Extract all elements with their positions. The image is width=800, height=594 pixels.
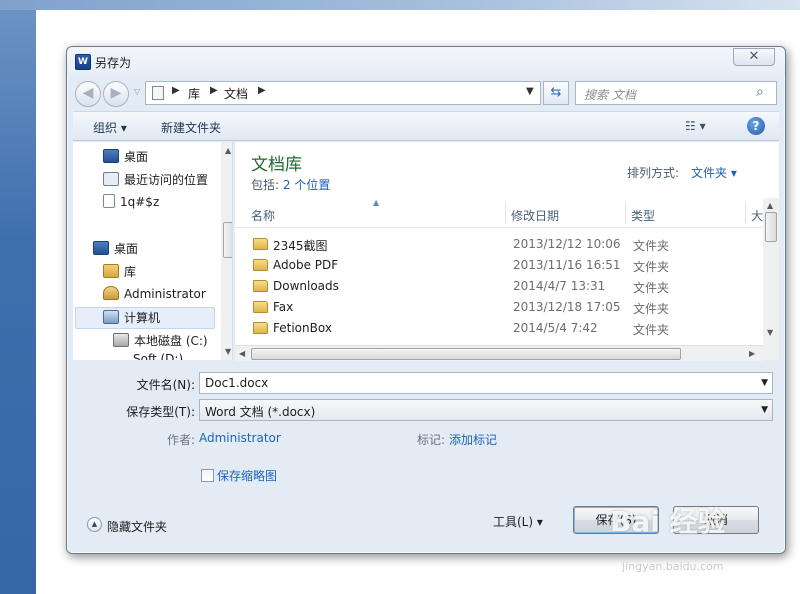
file-list-scroll-thumb[interactable] xyxy=(765,212,777,242)
organize-button[interactable]: 组织 ▾ xyxy=(93,119,127,136)
column-type[interactable]: 类型 xyxy=(631,207,655,224)
nav-item-recent-places[interactable]: 最近访问的位置 xyxy=(103,171,208,191)
nav-item-local-disk-c[interactable]: 本地磁盘 (C:) xyxy=(113,332,208,352)
recent-places-icon xyxy=(103,172,119,186)
folder-icon xyxy=(253,280,268,292)
folder-icon xyxy=(253,259,268,271)
hide-folders-button[interactable]: 隐藏文件夹 xyxy=(107,518,167,535)
breadcrumb-arrow-icon[interactable]: ▶ xyxy=(172,85,180,96)
arrange-by-label: 排列方式: xyxy=(627,166,680,180)
scroll-up-arrow-icon[interactable]: ▲ xyxy=(767,201,773,210)
baidu-watermark: Bai 经验 xyxy=(610,505,726,538)
nav-item-computer[interactable]: 计算机 xyxy=(103,309,160,329)
nav-item-library[interactable]: 库 xyxy=(103,263,136,283)
tags-label: 标记: xyxy=(417,433,446,447)
filetype-select[interactable]: Word 文档 (*.docx) ▼ xyxy=(199,399,773,421)
nav-item-administrator[interactable]: Administrator xyxy=(103,286,206,306)
recent-pages-dropdown-icon[interactable]: ▽ xyxy=(134,87,140,96)
forward-button[interactable]: ▶ xyxy=(103,81,129,107)
add-tags-link[interactable]: 添加标记 xyxy=(449,431,497,448)
save-thumbnail-checkbox[interactable] xyxy=(201,469,214,482)
scroll-right-arrow-icon[interactable]: ▶ xyxy=(749,349,755,358)
filetype-label: 保存类型(T): xyxy=(126,405,195,419)
filetype-dropdown-icon[interactable]: ▼ xyxy=(761,405,768,415)
file-list-pane: 文档库 包括: 2 个位置 排列方式: 文件夹 ▾ ▲ 名称 修改日期 类型 大… xyxy=(235,142,779,360)
nav-item-desktop[interactable]: 桌面 xyxy=(93,240,138,260)
breadcrumb-arrow-icon[interactable]: ▶ xyxy=(210,85,218,96)
filename-input[interactable]: Doc1.docx ▼ xyxy=(199,372,773,394)
file-list-horizontal-scrollbar[interactable]: ◀ ▶ xyxy=(235,345,763,361)
title-bar: W 另存为 ✕ xyxy=(67,47,785,77)
breadcrumb-library[interactable]: 库 xyxy=(188,85,200,102)
scroll-left-arrow-icon[interactable]: ◀ xyxy=(239,349,245,358)
close-button[interactable]: ✕ xyxy=(733,48,775,66)
baidu-watermark-url: jingyan.baidu.com xyxy=(622,560,724,573)
nav-item-soft-d[interactable]: Soft (D:) xyxy=(133,352,183,360)
folder-icon xyxy=(253,322,268,334)
arrange-by-dropdown[interactable]: 文件夹 ▾ xyxy=(691,164,737,181)
file-icon xyxy=(103,194,115,208)
collapse-up-icon[interactable]: ▲ xyxy=(87,517,102,532)
change-view-icon[interactable]: ☷ ▾ xyxy=(685,119,706,133)
forward-arrow-icon: ▶ xyxy=(110,85,122,101)
back-arrow-icon: ◀ xyxy=(82,85,94,101)
file-row[interactable]: Fax 2013/12/18 17:05 文件夹 xyxy=(235,297,763,318)
horizontal-scroll-thumb[interactable] xyxy=(251,348,681,360)
address-dropdown-icon[interactable]: ▼ xyxy=(526,86,534,97)
refresh-button[interactable]: ⇆ xyxy=(543,81,569,105)
tools-menu[interactable]: 工具(L) ▾ xyxy=(493,513,543,530)
column-name[interactable]: 名称 xyxy=(251,207,275,224)
disk-icon xyxy=(113,333,129,347)
search-icon[interactable]: ⌕ xyxy=(756,84,764,100)
library-title: 文档库 xyxy=(251,155,302,175)
library-icon xyxy=(103,264,119,278)
file-list-vertical-scrollbar[interactable]: ▲ ▼ xyxy=(763,198,779,360)
desktop-background-top xyxy=(0,0,800,10)
search-placeholder: 搜索 文档 xyxy=(584,88,636,102)
back-button[interactable]: ◀ xyxy=(75,81,101,107)
breadcrumb-documents[interactable]: 文档 xyxy=(224,85,248,102)
scroll-down-arrow-icon[interactable]: ▼ xyxy=(767,328,773,337)
locations-link[interactable]: 2 个位置 xyxy=(283,178,330,192)
navigation-pane: 桌面 最近访问的位置 1q#$z 桌面 库 Administrator 计算机 … xyxy=(73,142,233,360)
computer-icon xyxy=(103,310,119,324)
folder-icon xyxy=(253,238,268,250)
folder-icon xyxy=(253,301,268,313)
author-value[interactable]: Administrator xyxy=(199,431,281,445)
search-box[interactable]: 搜索 文档 ⌕ xyxy=(575,81,777,105)
nav-scrollbar[interactable]: ▲ ▼ xyxy=(221,142,232,360)
word-app-icon: W xyxy=(75,54,91,70)
desktop-icon xyxy=(93,241,109,255)
nav-scroll-thumb[interactable] xyxy=(223,222,232,258)
nav-item-1q[interactable]: 1q#$z xyxy=(103,194,159,214)
user-folder-icon xyxy=(103,286,119,300)
dialog-title: 另存为 xyxy=(95,56,132,70)
column-date-modified[interactable]: 修改日期 xyxy=(511,207,559,224)
new-folder-button[interactable]: 新建文件夹 xyxy=(161,119,221,136)
file-row[interactable]: Downloads 2014/4/7 13:31 文件夹 xyxy=(235,276,763,297)
filename-dropdown-icon[interactable]: ▼ xyxy=(761,378,768,388)
save-as-dialog: W 另存为 ✕ ◀ ▶ ▽ ▶ 库 ▶ 文档 ▶ ▼ ⇆ 搜索 文档 ⌕ 组织 … xyxy=(66,46,786,554)
column-size[interactable]: 大 xyxy=(751,207,763,224)
filename-label: 文件名(N): xyxy=(136,378,195,392)
help-icon[interactable]: ? xyxy=(747,117,765,135)
file-row[interactable]: FetionBox 2014/5/4 7:42 文件夹 xyxy=(235,318,763,339)
address-bar[interactable]: ▶ 库 ▶ 文档 ▶ ▼ xyxy=(145,81,541,105)
scroll-up-arrow-icon[interactable]: ▲ xyxy=(225,146,231,155)
save-thumbnail-label[interactable]: 保存缩略图 xyxy=(217,467,277,484)
scroll-down-arrow-icon[interactable]: ▼ xyxy=(225,347,231,356)
file-row[interactable]: Adobe PDF 2013/11/16 16:51 文件夹 xyxy=(235,255,763,276)
document-icon xyxy=(152,86,164,100)
breadcrumb-arrow-icon[interactable]: ▶ xyxy=(258,85,266,96)
column-header: ▲ 名称 修改日期 类型 大 xyxy=(235,198,763,228)
library-includes: 包括: 2 个位置 xyxy=(251,178,331,192)
desktop-icon xyxy=(103,149,119,163)
command-bar: 组织 ▾ 新建文件夹 ☷ ▾ ? xyxy=(73,111,779,141)
desktop-background-left xyxy=(0,0,36,594)
sort-ascending-icon: ▲ xyxy=(373,198,380,207)
nav-item-desktop-favorite[interactable]: 桌面 xyxy=(103,148,148,168)
author-label: 作者: xyxy=(167,433,196,447)
file-row[interactable]: 2345截图 2013/12/12 10:06 文件夹 xyxy=(235,234,763,255)
